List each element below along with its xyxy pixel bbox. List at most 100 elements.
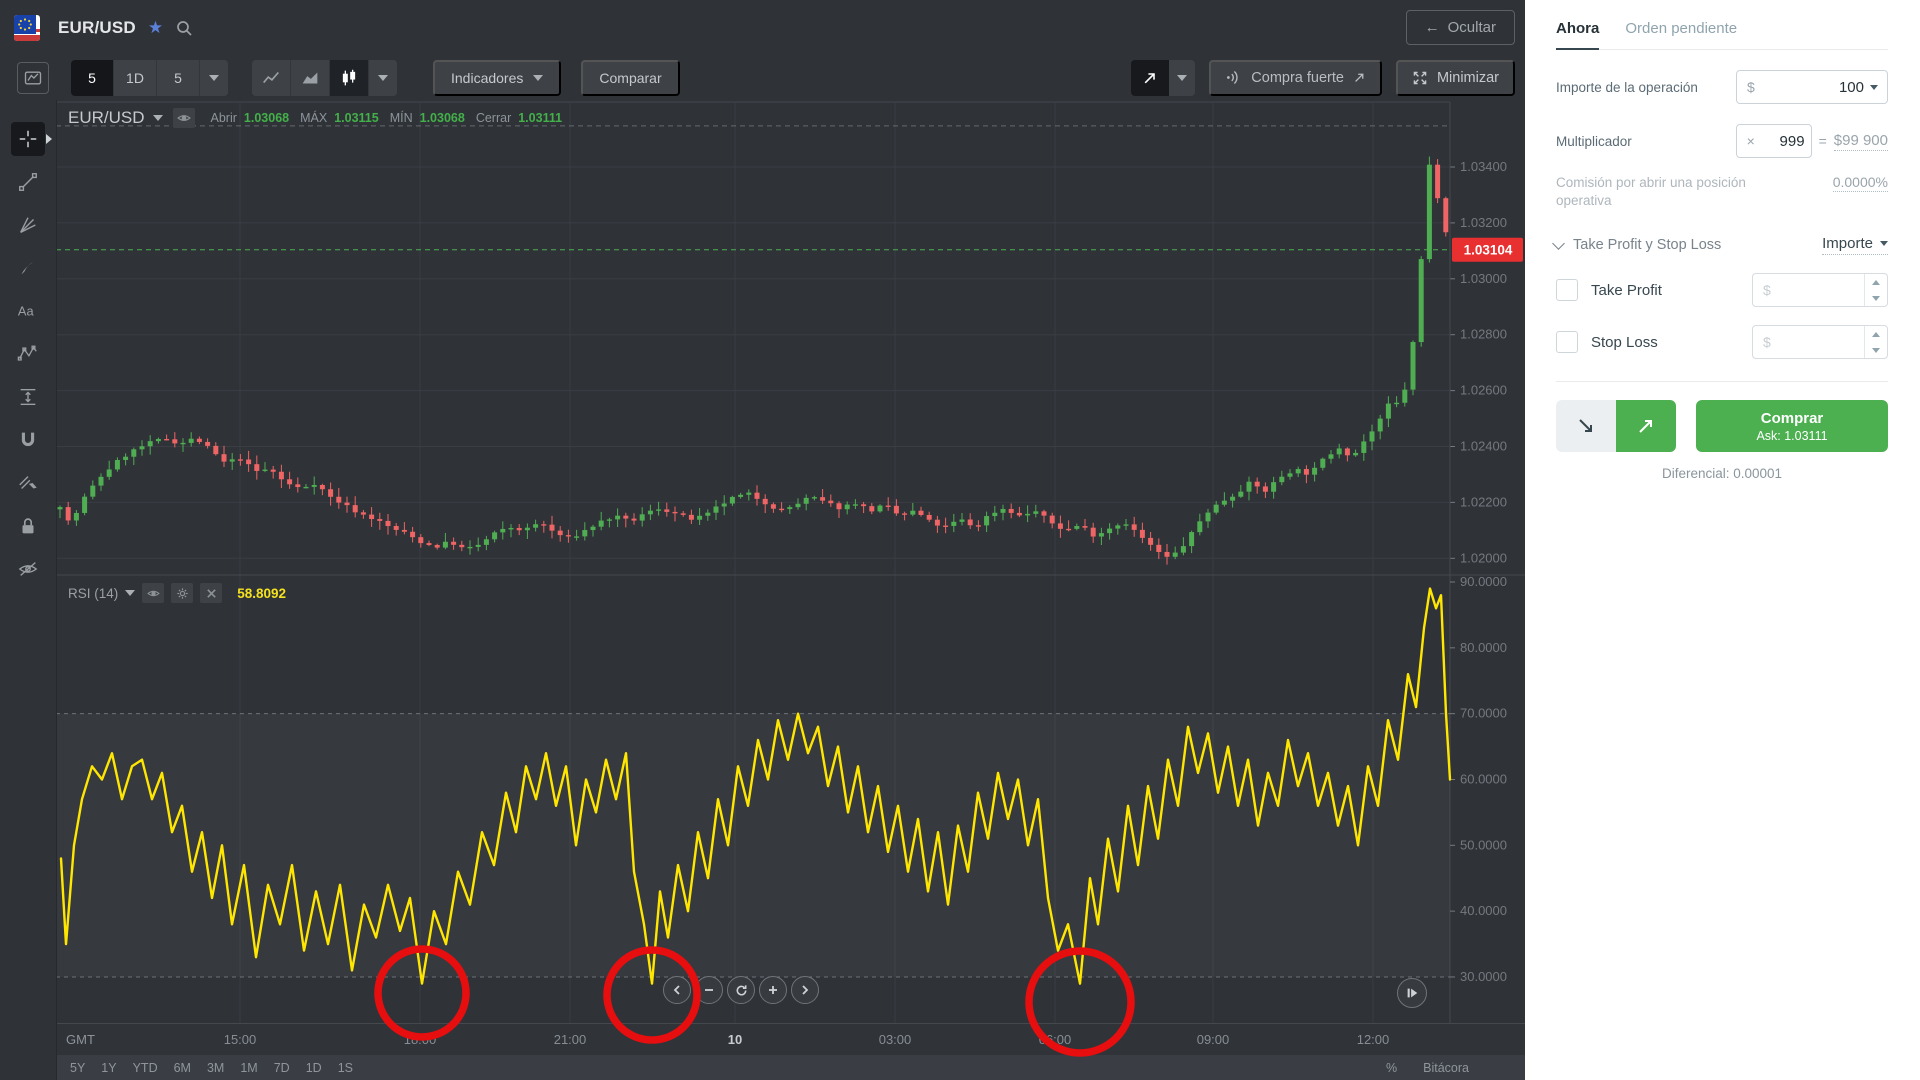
compare-button[interactable]: Comparar (581, 60, 679, 96)
trend-line-icon (17, 171, 39, 193)
take-profit-checkbox[interactable] (1556, 279, 1578, 301)
tool-trend-line[interactable] (11, 165, 45, 199)
interval-button-5m[interactable]: 5 (71, 60, 114, 96)
zoom-in-button[interactable] (759, 976, 787, 1004)
candle-body (336, 497, 341, 503)
tool-lock[interactable] (11, 509, 45, 543)
tool-hide-drawings[interactable] (11, 552, 45, 586)
triangle-down-icon (1872, 296, 1880, 301)
candle-body (1050, 516, 1055, 524)
tab-now[interactable]: Ahora (1556, 20, 1599, 50)
candle-body (738, 495, 743, 497)
candle-body (755, 493, 760, 499)
candle-body (574, 536, 579, 537)
stop-loss-checkbox[interactable] (1556, 331, 1578, 353)
range-button-7D[interactable]: 7D (274, 1061, 290, 1075)
favorite-star-icon[interactable]: ★ (148, 18, 163, 38)
amount-input[interactable] (1755, 79, 1870, 96)
pan-right-button[interactable] (791, 976, 819, 1004)
candle-body (484, 539, 489, 545)
candle-body (1165, 552, 1170, 557)
candle-body (599, 521, 604, 527)
time-axis-label: 10 (728, 1032, 742, 1047)
snapshot-icon[interactable] (17, 62, 49, 94)
toggle-visibility-button[interactable] (173, 108, 195, 128)
range-button-1M[interactable]: 1M (240, 1061, 257, 1075)
rsi-dropdown[interactable]: RSI (14) (68, 586, 135, 601)
tp-sl-mode-value: Importe (1822, 235, 1873, 252)
area-chart-icon[interactable] (291, 60, 330, 96)
range-button-3M[interactable]: 3M (207, 1061, 224, 1075)
tp-sl-title[interactable]: Take Profit y Stop Loss (1573, 237, 1721, 253)
indicators-button[interactable]: Indicadores (433, 60, 561, 96)
multiplier-result[interactable]: $99 900 (1834, 132, 1888, 151)
tp-sl-mode-dropdown[interactable]: Importe (1822, 235, 1888, 255)
chevron-down-icon[interactable] (1552, 237, 1565, 250)
tool-brush[interactable] (11, 251, 45, 285)
step-down-button[interactable] (1865, 290, 1887, 306)
log-scale-button[interactable]: Bitácora (1423, 1061, 1469, 1075)
pan-left-button[interactable] (663, 976, 691, 1004)
buy-direction-button[interactable] (1616, 400, 1676, 452)
indicators-label: Indicadores (451, 70, 523, 86)
range-button-5Y[interactable]: 5Y (70, 1061, 85, 1075)
buy-button[interactable]: Comprar Ask: 1.03111 (1696, 400, 1888, 452)
step-up-button[interactable] (1865, 274, 1887, 290)
step-down-button[interactable] (1865, 342, 1887, 358)
arrow-down-right-icon (1575, 415, 1597, 437)
tool-projection[interactable] (11, 380, 45, 414)
rsi-axis-label: 30.0000 (1460, 969, 1507, 984)
rsi-visibility-button[interactable] (142, 583, 164, 603)
chart-type-dropdown[interactable] (369, 60, 397, 96)
candle-body (1099, 533, 1104, 536)
candle-body (919, 511, 924, 515)
candlestick-chart-icon[interactable] (330, 60, 369, 96)
sell-direction-button[interactable] (1556, 400, 1616, 452)
trade-up-arrow-icon[interactable] (1131, 60, 1169, 96)
tool-pattern[interactable] (11, 337, 45, 371)
compare-label: Comparar (599, 70, 661, 86)
multiplier-label: Multiplicador (1556, 134, 1632, 149)
triangle-up-icon (1872, 280, 1880, 285)
search-icon[interactable] (175, 19, 193, 37)
range-button-6M[interactable]: 6M (174, 1061, 191, 1075)
tab-pending-order[interactable]: Orden pendiente (1625, 20, 1737, 49)
zoom-out-button[interactable] (695, 976, 723, 1004)
tool-crosshair[interactable] (11, 122, 45, 156)
tool-magnet[interactable] (11, 423, 45, 457)
commission-value[interactable]: 0.0000% (1833, 174, 1888, 192)
multiplier-input[interactable] (1755, 133, 1811, 150)
interval-button-5[interactable]: 5 (157, 60, 200, 96)
candle-body (90, 486, 95, 497)
legend-symbol-dropdown[interactable]: EUR/USD (68, 108, 163, 128)
rsi-settings-button[interactable] (171, 583, 193, 603)
timezone-label[interactable]: GMT (66, 1032, 95, 1047)
chart-area[interactable]: 1.034001.032001.030001.028001.026001.024… (56, 100, 1525, 1080)
toolbar-right-group: Compra fuerte Minimizar (1131, 60, 1515, 96)
take-profit-label: Take Profit (1591, 282, 1662, 299)
percent-scale-button[interactable]: % (1386, 1061, 1397, 1075)
candle-body (1173, 553, 1178, 557)
chevron-down-icon[interactable] (1870, 85, 1878, 90)
range-button-1Y[interactable]: 1Y (101, 1061, 116, 1075)
rsi-remove-button[interactable] (200, 583, 222, 603)
reset-zoom-button[interactable] (727, 976, 755, 1004)
tool-text[interactable]: Aa (11, 294, 45, 328)
interval-group: 5 1D 5 (71, 60, 228, 96)
minimize-button[interactable]: Minimizar (1396, 60, 1515, 96)
step-up-button[interactable] (1865, 326, 1887, 342)
stop-loss-input[interactable] (1753, 326, 1864, 358)
go-to-realtime-button[interactable] (1397, 978, 1427, 1008)
tool-pitchfork[interactable] (11, 208, 45, 242)
trade-direction-dropdown[interactable] (1169, 60, 1195, 96)
interval-button-1d[interactable]: 1D (114, 60, 157, 96)
range-button-YTD[interactable]: YTD (133, 1061, 158, 1075)
hide-panel-button[interactable]: ← Ocultar (1406, 10, 1515, 45)
interval-dropdown[interactable] (200, 60, 228, 96)
range-button-1D[interactable]: 1D (306, 1061, 322, 1075)
range-button-1S[interactable]: 1S (338, 1061, 353, 1075)
signal-strong-buy-button[interactable]: Compra fuerte (1209, 60, 1382, 96)
take-profit-input[interactable] (1753, 274, 1864, 306)
tool-draw-mode[interactable] (11, 466, 45, 500)
line-chart-icon[interactable] (252, 60, 291, 96)
